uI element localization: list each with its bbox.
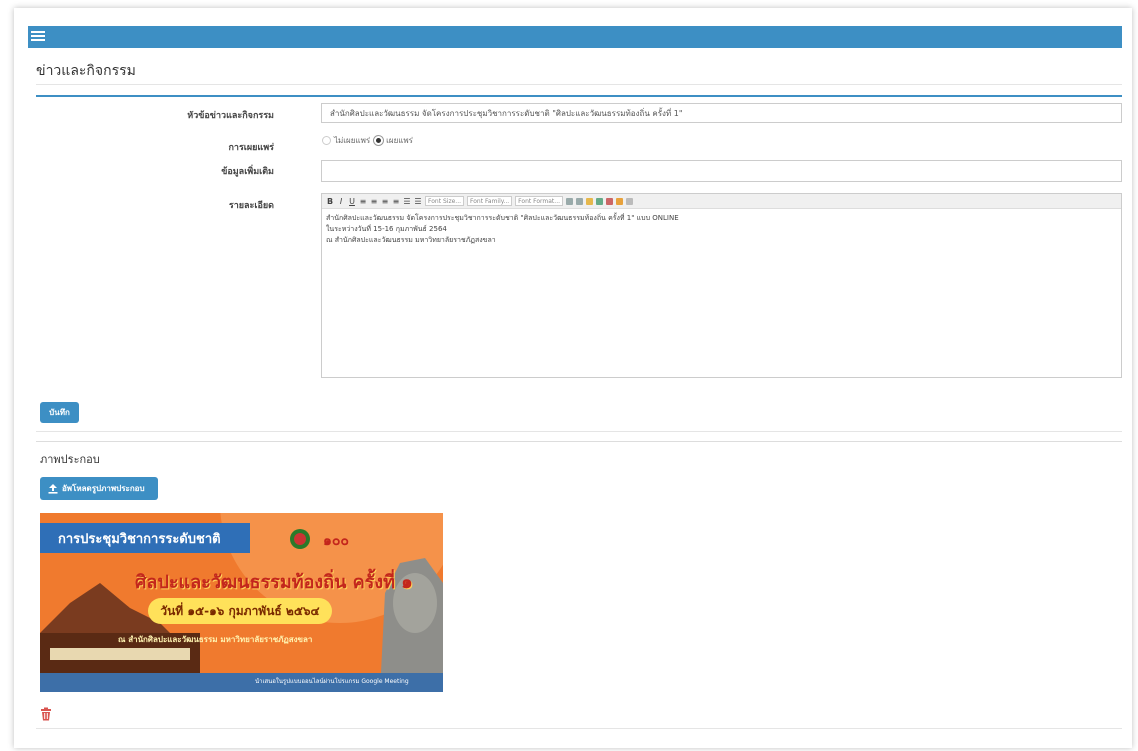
editor-toolbar: B I U ≡ ≡ ≡ ≡ ☰ ☰ Font Size... Font Fami…	[322, 194, 1121, 209]
divider	[36, 431, 1122, 432]
bullet-list-icon[interactable]: ☰	[403, 197, 411, 206]
images-section-title: ภาพประกอบ	[40, 453, 100, 466]
align-justify-icon[interactable]: ≡	[392, 197, 400, 206]
divider	[36, 441, 1122, 442]
publish-label: การเผยแพร่	[228, 143, 274, 153]
detail-line: ในระหว่างวันที่ 15-16 กุมภาพันธ์ 2564	[326, 225, 447, 233]
unlink-icon[interactable]	[606, 197, 614, 205]
align-right-icon[interactable]: ≡	[381, 197, 389, 206]
font-family-select[interactable]: Font Family...	[467, 196, 513, 206]
headline-label: หัวข้อข่าวและกิจกรรม	[187, 111, 274, 121]
banner-title: การประชุมวิชาการระดับชาติ	[40, 523, 250, 553]
headline-input[interactable]: สำนักศิลปะและวัฒนธรรม จัดโครงการประชุมวิ…	[321, 103, 1122, 123]
menu-icon[interactable]	[31, 29, 45, 43]
save-button[interactable]: บันทึก	[40, 402, 79, 423]
svg-text:๑๐๐: ๑๐๐	[323, 533, 349, 549]
detail-label: รายละเอียด	[228, 201, 274, 211]
banner-heading: ศิลปะและวัฒนธรรมท้องถิ่น ครั้งที่ ๑	[135, 572, 413, 593]
underline-button[interactable]: U	[348, 197, 356, 206]
radio-unpublish-label: ไม่เผยแพร่	[334, 136, 371, 145]
rich-text-editor[interactable]: B I U ≡ ≡ ≡ ≡ ☰ ☰ Font Size... Font Fami…	[321, 193, 1122, 378]
align-left-icon[interactable]: ≡	[359, 197, 367, 206]
radio-publish[interactable]	[374, 136, 384, 145]
font-size-select[interactable]: Font Size...	[425, 196, 465, 206]
divider	[36, 728, 1122, 729]
extra-input[interactable]	[321, 160, 1122, 182]
banner-org: ณ สำนักศิลปะและวัฒนธรรม มหาวิทยาลัยราชภั…	[118, 635, 313, 644]
publish-radio-group: ไม่เผยแพร่ เผยแพร่	[322, 134, 413, 147]
detail-line: ณ สำนักศิลปะและวัฒนธรรม มหาวิทยาลัยราชภั…	[326, 236, 496, 244]
banner-footer: นำเสนอในรูปแบบออนไลน์ผ่านโปรแกรม Google …	[255, 678, 409, 685]
form-top-border	[36, 95, 1122, 97]
page-title: ข่าวและกิจกรรม	[36, 63, 136, 79]
radio-unpublish[interactable]	[322, 136, 331, 145]
indent-icon[interactable]	[576, 197, 584, 205]
number-list-icon[interactable]: ☰	[414, 197, 422, 206]
top-navbar	[28, 26, 1122, 48]
upload-image-label: อัพโหลดรูปภาพประกอบ	[62, 484, 145, 493]
trash-icon[interactable]	[39, 707, 53, 721]
headline-value: สำนักศิลปะและวัฒนธรรม จัดโครงการประชุมวิ…	[330, 108, 683, 118]
font-format-select[interactable]: Font Format...	[515, 196, 564, 206]
radio-publish-label: เผยแพร่	[386, 136, 413, 145]
upload-image-button[interactable]: อัพโหลดรูปภาพประกอบ	[40, 477, 158, 500]
illustration-image: ๑๐๐ การประชุมวิชาการระดับชาติ ศิลปะและวั…	[40, 513, 443, 692]
upload-icon	[48, 483, 58, 494]
outdent-icon[interactable]	[566, 197, 574, 205]
align-center-icon[interactable]: ≡	[370, 197, 378, 206]
source-icon[interactable]	[626, 197, 634, 205]
detail-line: สำนักศิลปะและวัฒนธรรม จัดโครงการประชุมวิ…	[326, 214, 679, 222]
banner-date: วันที่ ๑๕-๑๖ กุมภาพันธ์ ๒๕๖๔	[148, 598, 332, 624]
extra-label: ข้อมูลเพิ่มเติม	[221, 167, 274, 177]
link-icon[interactable]	[596, 197, 604, 205]
emoticon-icon[interactable]	[616, 197, 624, 205]
divider	[36, 84, 1122, 85]
italic-button[interactable]: I	[337, 197, 345, 206]
image-icon[interactable]	[586, 197, 594, 205]
bold-button[interactable]: B	[326, 197, 334, 206]
editor-content[interactable]: สำนักศิลปะและวัฒนธรรม จัดโครงการประชุมวิ…	[322, 209, 1121, 250]
